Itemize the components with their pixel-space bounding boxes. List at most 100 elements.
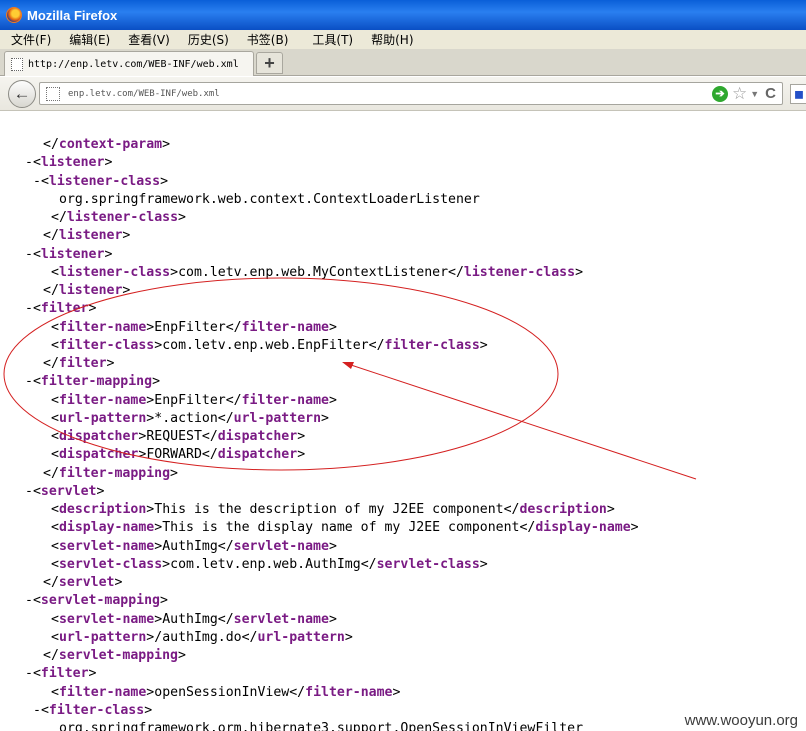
collapse-toggle[interactable]: - — [25, 247, 33, 262]
xml-bracket: > — [144, 702, 153, 718]
xml-bracket: < — [32, 666, 41, 682]
xml-bracket: </ — [241, 629, 258, 645]
xml-bracket: </ — [217, 410, 234, 426]
bookmark-star-icon[interactable]: ☆ — [732, 85, 747, 102]
url-text[interactable]: enp.letv.com/WEB-INF/web.xml — [68, 89, 712, 99]
xml-bracket: > — [178, 210, 186, 225]
page-icon — [11, 57, 23, 71]
menu-item-2[interactable]: 查看(V) — [118, 31, 178, 48]
xml-line: </listener-class> — [51, 209, 186, 227]
menu-item-0[interactable]: 文件(F) — [0, 31, 59, 48]
xml-tag-name: filter-name — [241, 392, 329, 408]
xml-tag-name: description — [519, 502, 607, 517]
collapse-toggle[interactable]: - — [33, 703, 41, 718]
xml-bracket: > — [328, 392, 337, 408]
xml-tag-name: servlet-class — [376, 556, 480, 572]
collapse-toggle[interactable]: - — [25, 374, 33, 389]
collapse-toggle[interactable]: - — [25, 301, 33, 316]
xml-bracket: < — [32, 483, 41, 499]
xml-line: <listener-class>com.letv.enp.web.MyConte… — [51, 264, 583, 282]
xml-tag-name: url-pattern — [58, 629, 147, 645]
history-dropdown-icon[interactable]: ▼ — [750, 89, 759, 99]
xml-bracket: > — [122, 228, 131, 244]
xml-tag-name: filter — [40, 301, 89, 317]
xml-bracket: > — [479, 556, 488, 572]
xml-line: -<servlet-mapping> — [25, 592, 168, 610]
xml-bracket: < — [51, 502, 59, 517]
menu-item-5[interactable]: 工具(T) — [302, 31, 361, 48]
menu-item-1[interactable]: 编辑(E) — [59, 31, 118, 48]
xml-bracket: </ — [43, 575, 59, 590]
xml-bracket: > — [177, 648, 186, 663]
xml-tag-name: dispatcher — [217, 429, 298, 444]
xml-line: -<listener-class> — [33, 173, 168, 191]
xml-bracket: < — [32, 593, 41, 609]
xml-tag-name: listener — [40, 246, 105, 262]
xml-tag-name: dispatcher — [217, 447, 298, 463]
collapse-toggle[interactable]: - — [25, 666, 33, 681]
xml-line: </filter-mapping> — [43, 465, 178, 483]
xml-bracket: </ — [43, 356, 59, 371]
xml-bracket: < — [40, 702, 49, 718]
xml-bracket: > — [106, 356, 115, 371]
xml-tag-name: listener-class — [48, 173, 161, 189]
xml-bracket: </ — [217, 611, 234, 627]
xml-bracket: > — [160, 593, 168, 609]
xml-bracket: </ — [201, 447, 218, 463]
xml-line: -<listener> — [25, 246, 112, 264]
xml-line: </listener> — [43, 282, 130, 300]
xml-bracket: > — [479, 337, 488, 353]
xml-tag-name: filter-name — [305, 684, 393, 700]
xml-bracket: > — [96, 483, 105, 499]
collapse-toggle[interactable]: - — [25, 155, 33, 170]
reload-icon[interactable]: C — [765, 85, 776, 102]
xml-bracket: </ — [43, 137, 59, 152]
xml-bracket: > — [297, 447, 306, 463]
xml-bracket: < — [51, 337, 59, 353]
xml-tag-name: listener-class — [463, 264, 576, 280]
xml-bracket: > — [154, 611, 163, 627]
xml-tag-name: filter-mapping — [40, 374, 153, 390]
xml-tag-name: servlet-name — [233, 538, 329, 554]
tab-web-xml[interactable]: http://enp.letv.com/WEB-INF/web.xml — [4, 51, 254, 76]
collapse-toggle[interactable]: - — [25, 593, 33, 608]
xml-bracket: < — [40, 173, 49, 189]
go-arrow-icon[interactable]: ➔ — [711, 85, 728, 102]
xml-bracket: > — [328, 611, 337, 627]
xml-bracket: > — [154, 337, 163, 353]
xml-bracket: < — [51, 520, 59, 536]
xml-bracket: </ — [360, 556, 377, 572]
xml-text-value: AuthImg — [162, 538, 218, 554]
xml-tag-name: filter — [58, 356, 107, 371]
xml-bracket: > — [154, 520, 163, 536]
collapse-toggle[interactable]: - — [33, 174, 41, 189]
collapse-toggle[interactable]: - — [25, 484, 33, 499]
back-button[interactable]: ← — [8, 80, 36, 108]
xml-line: <filter-name>EnpFilter</filter-name> — [51, 392, 337, 410]
xml-tag-name: url-pattern — [58, 410, 147, 426]
xml-bracket: < — [32, 374, 41, 390]
xml-line: -<filter> — [25, 665, 97, 683]
xml-text-value: com.letv.enp.web.MyContextListener — [178, 264, 449, 280]
search-engine-icon[interactable]: ◼ — [790, 84, 806, 104]
menu-item-4[interactable]: 书签(B) — [237, 31, 297, 48]
menu-item-6[interactable]: 帮助(H) — [361, 31, 421, 48]
xml-tag-name: url-pattern — [233, 410, 322, 426]
xml-text-value: This is the display name of my J2EE comp… — [162, 520, 520, 536]
xml-bracket: > — [344, 629, 353, 645]
xml-tag-name: listener — [40, 155, 105, 171]
xml-tag-name: display-name — [58, 520, 155, 536]
site-identity-icon[interactable] — [46, 86, 60, 101]
menu-item-3[interactable]: 历史(S) — [178, 31, 237, 48]
new-tab-button[interactable]: + — [256, 52, 283, 74]
xml-bracket: > — [321, 410, 329, 426]
xml-bracket: < — [51, 319, 59, 335]
xml-tag-name: servlet-name — [58, 611, 155, 627]
xml-tag-name: filter-name — [58, 319, 147, 335]
xml-bracket: > — [392, 684, 401, 700]
xml-tag-name: servlet-mapping — [40, 593, 160, 609]
xml-line: <url-pattern>/authImg.do</url-pattern> — [51, 629, 353, 647]
xml-tag-name: filter-name — [241, 319, 329, 335]
address-bar[interactable]: enp.letv.com/WEB-INF/web.xml ➔ ☆ ▼ C — [39, 82, 783, 105]
xml-bracket: < — [51, 429, 59, 444]
